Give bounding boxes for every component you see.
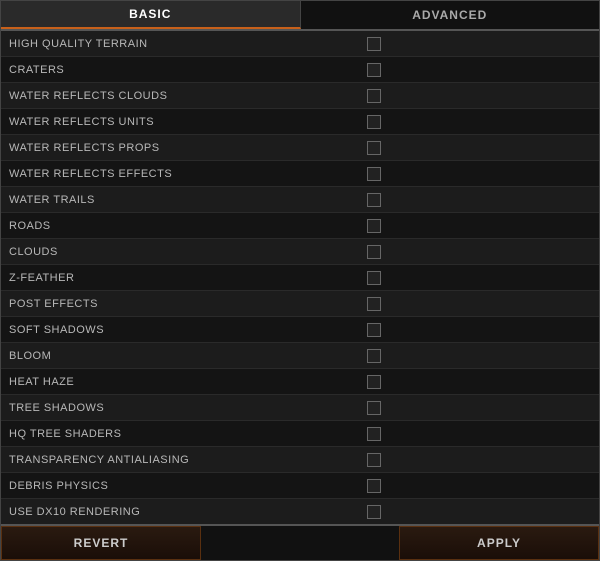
setting-checkbox-debris-physics[interactable] xyxy=(367,479,381,493)
setting-label-high-quality-terrain: HIGH QUALITY TERRAIN xyxy=(9,38,351,50)
setting-row-z-feather: Z-FEATHER xyxy=(1,265,599,291)
setting-row-debris-physics: DEBRIS PHYSICS xyxy=(1,473,599,499)
apply-button[interactable]: APPLY xyxy=(399,526,599,560)
tab-basic[interactable]: BASIC xyxy=(1,1,301,29)
setting-checkbox-area-hq-tree-shaders xyxy=(351,427,591,441)
setting-row-water-trails: WATER TRAILS xyxy=(1,187,599,213)
setting-checkbox-area-post-effects xyxy=(351,297,591,311)
setting-row-post-effects: POST EFFECTS xyxy=(1,291,599,317)
setting-checkbox-post-effects[interactable] xyxy=(367,297,381,311)
setting-checkbox-z-feather[interactable] xyxy=(367,271,381,285)
setting-row-hq-tree-shaders: HQ TREE SHADERS xyxy=(1,421,599,447)
setting-checkbox-clouds[interactable] xyxy=(367,245,381,259)
setting-label-water-reflects-clouds: WATER REFLECTS CLOUDS xyxy=(9,90,351,102)
setting-label-heat-haze: HEAT HAZE xyxy=(9,376,351,388)
setting-checkbox-area-high-quality-terrain xyxy=(351,37,591,51)
setting-checkbox-tree-shadows[interactable] xyxy=(367,401,381,415)
setting-checkbox-water-reflects-props[interactable] xyxy=(367,141,381,155)
footer-center xyxy=(201,526,399,560)
setting-checkbox-area-roads xyxy=(351,219,591,233)
setting-checkbox-area-heat-haze xyxy=(351,375,591,389)
setting-row-transparency-antialiasing: TRANSPARENCY ANTIALIASING xyxy=(1,447,599,473)
setting-label-tree-shadows: TREE SHADOWS xyxy=(9,402,351,414)
setting-label-water-reflects-effects: WATER REFLECTS EFFECTS xyxy=(9,168,351,180)
setting-label-debris-physics: DEBRIS PHYSICS xyxy=(9,480,351,492)
setting-label-hq-tree-shaders: HQ TREE SHADERS xyxy=(9,428,351,440)
setting-checkbox-area-soft-shadows xyxy=(351,323,591,337)
setting-checkbox-water-reflects-effects[interactable] xyxy=(367,167,381,181)
tab-header: BASIC ADVANCED xyxy=(1,1,599,31)
setting-label-use-dx10-rendering: USE DX10 RENDERING xyxy=(9,506,351,518)
setting-checkbox-area-debris-physics xyxy=(351,479,591,493)
setting-row-heat-haze: HEAT HAZE xyxy=(1,369,599,395)
settings-window: BASIC ADVANCED HIGH QUALITY TERRAIN CRATE… xyxy=(0,0,600,561)
setting-checkbox-area-water-trails xyxy=(351,193,591,207)
setting-checkbox-bloom[interactable] xyxy=(367,349,381,363)
setting-checkbox-area-craters xyxy=(351,63,591,77)
setting-checkbox-roads[interactable] xyxy=(367,219,381,233)
setting-label-water-reflects-units: WATER REFLECTS UNITS xyxy=(9,116,351,128)
setting-checkbox-area-water-reflects-effects xyxy=(351,167,591,181)
setting-label-water-trails: WATER TRAILS xyxy=(9,194,351,206)
setting-checkbox-use-dx10-rendering[interactable] xyxy=(367,505,381,519)
content-area: HIGH QUALITY TERRAIN CRATERS WATER REFLECT… xyxy=(1,31,599,524)
setting-label-soft-shadows: SOFT SHADOWS xyxy=(9,324,351,336)
settings-list: HIGH QUALITY TERRAIN CRATERS WATER REFLECT… xyxy=(1,31,599,524)
setting-row-craters: CRATERS xyxy=(1,57,599,83)
setting-checkbox-area-water-reflects-props xyxy=(351,141,591,155)
setting-label-craters: CRATERS xyxy=(9,64,351,76)
setting-checkbox-area-clouds xyxy=(351,245,591,259)
setting-checkbox-area-z-feather xyxy=(351,271,591,285)
setting-row-bloom: BLOOM xyxy=(1,343,599,369)
setting-label-bloom: BLOOM xyxy=(9,350,351,362)
setting-checkbox-area-transparency-antialiasing xyxy=(351,453,591,467)
setting-checkbox-high-quality-terrain[interactable] xyxy=(367,37,381,51)
setting-row-soft-shadows: SOFT SHADOWS xyxy=(1,317,599,343)
setting-checkbox-area-water-reflects-clouds xyxy=(351,89,591,103)
setting-checkbox-water-reflects-clouds[interactable] xyxy=(367,89,381,103)
setting-label-roads: ROADS xyxy=(9,220,351,232)
setting-label-clouds: CLOUDS xyxy=(9,246,351,258)
setting-row-use-dx10-rendering: USE DX10 RENDERING xyxy=(1,499,599,524)
setting-checkbox-water-trails[interactable] xyxy=(367,193,381,207)
setting-label-water-reflects-props: WATER REFLECTS PROPS xyxy=(9,142,351,154)
setting-checkbox-hq-tree-shaders[interactable] xyxy=(367,427,381,441)
setting-label-post-effects: POST EFFECTS xyxy=(9,298,351,310)
setting-checkbox-area-water-reflects-units xyxy=(351,115,591,129)
revert-button[interactable]: REVERT xyxy=(1,526,201,560)
setting-checkbox-heat-haze[interactable] xyxy=(367,375,381,389)
setting-checkbox-area-use-dx10-rendering xyxy=(351,505,591,519)
setting-checkbox-area-tree-shadows xyxy=(351,401,591,415)
setting-row-water-reflects-props: WATER REFLECTS PROPS xyxy=(1,135,599,161)
setting-row-water-reflects-clouds: WATER REFLECTS CLOUDS xyxy=(1,83,599,109)
setting-row-high-quality-terrain: HIGH QUALITY TERRAIN xyxy=(1,31,599,57)
setting-checkbox-area-bloom xyxy=(351,349,591,363)
setting-row-water-reflects-units: WATER REFLECTS UNITS xyxy=(1,109,599,135)
setting-row-clouds: CLOUDS xyxy=(1,239,599,265)
tab-advanced[interactable]: ADVANCED xyxy=(301,1,600,29)
setting-label-z-feather: Z-FEATHER xyxy=(9,272,351,284)
setting-row-roads: ROADS xyxy=(1,213,599,239)
setting-row-water-reflects-effects: WATER REFLECTS EFFECTS xyxy=(1,161,599,187)
setting-label-transparency-antialiasing: TRANSPARENCY ANTIALIASING xyxy=(9,454,351,466)
setting-checkbox-water-reflects-units[interactable] xyxy=(367,115,381,129)
footer: REVERT APPLY xyxy=(1,524,599,560)
setting-checkbox-soft-shadows[interactable] xyxy=(367,323,381,337)
setting-checkbox-transparency-antialiasing[interactable] xyxy=(367,453,381,467)
setting-row-tree-shadows: TREE SHADOWS xyxy=(1,395,599,421)
setting-checkbox-craters[interactable] xyxy=(367,63,381,77)
